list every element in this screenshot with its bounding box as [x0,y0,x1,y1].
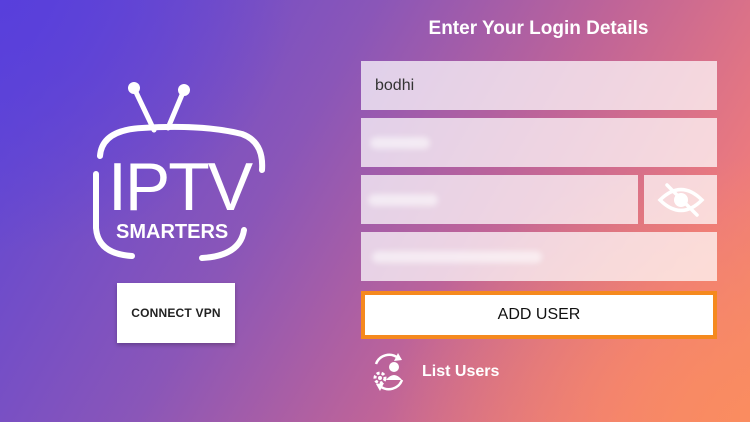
redacted-url-mark [368,194,438,206]
users-settings-icon [373,353,404,391]
list-users-label: List Users [422,363,500,380]
password-visibility-toggle[interactable] [644,175,717,224]
redacted-field-mark [372,251,542,263]
add-user-button[interactable]: ADD USER [361,291,717,339]
list-users-link[interactable]: List Users [368,352,499,392]
connect-vpn-button[interactable]: CONNECT VPN [117,283,235,343]
eye-slash-icon [657,182,704,217]
redacted-password-mark [370,137,430,149]
tv-logo-icon: IPTV SMARTERS [93,82,266,261]
logo-text-smarters: SMARTERS [116,221,228,243]
iptv-smarters-logo: IPTV SMARTERS [82,78,272,268]
logo-text-iptv: IPTV [108,149,254,225]
form-title: Enter Your Login Details [428,18,649,39]
username-input[interactable] [361,61,717,110]
